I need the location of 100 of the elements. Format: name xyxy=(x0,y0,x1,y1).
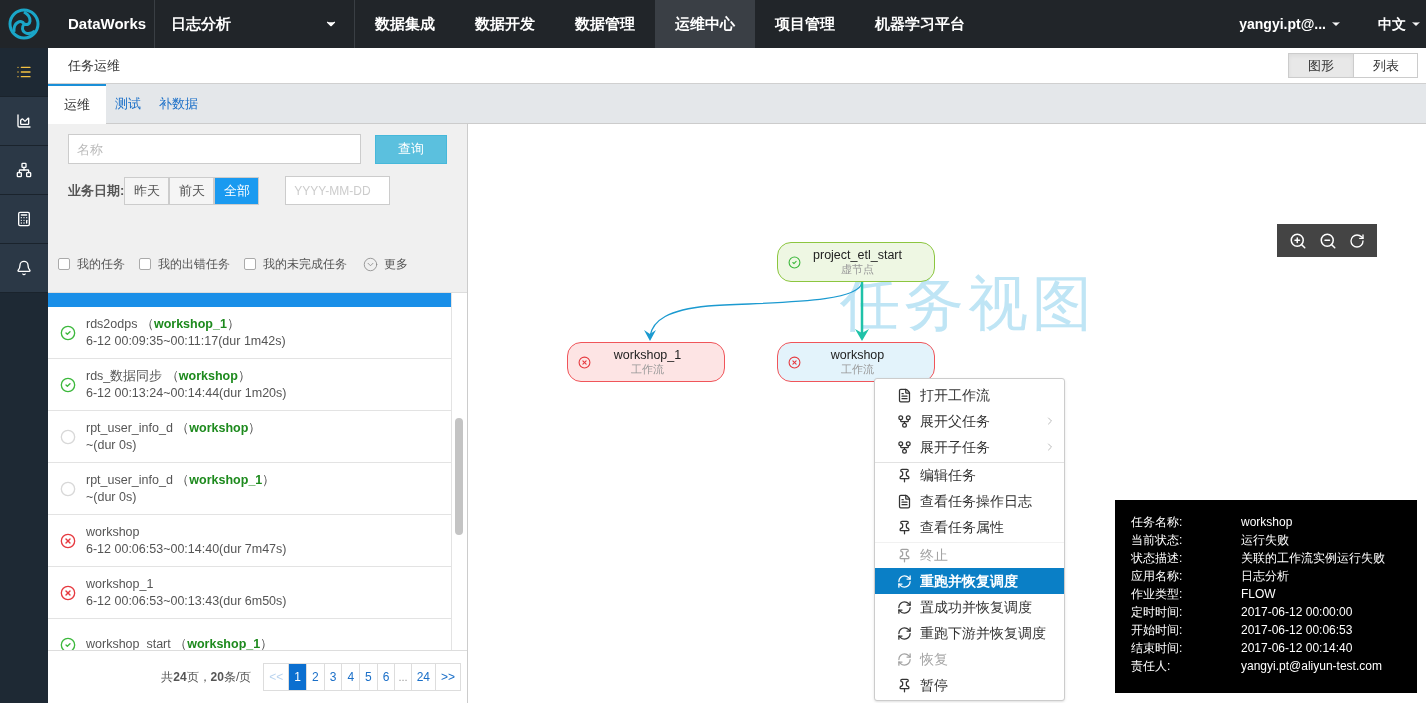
task-name: rpt_user_info_d （workshop_1） xyxy=(86,471,276,489)
refresh-icon xyxy=(897,599,912,615)
failed-icon xyxy=(788,355,801,369)
checkbox[interactable] xyxy=(58,258,70,270)
tab[interactable]: 运维 xyxy=(48,84,106,124)
success-icon xyxy=(60,324,76,341)
page-button[interactable]: 2 xyxy=(306,664,324,690)
menu-item[interactable]: 展开父任务 xyxy=(875,408,1064,434)
node-type: 工作流 xyxy=(631,362,664,376)
menu-item[interactable]: 打开工作流 xyxy=(875,382,1064,408)
chevron-down-icon xyxy=(363,256,378,272)
tab[interactable]: 测试 xyxy=(106,84,150,124)
task-time: ~(dur 0s) xyxy=(86,436,138,454)
task-row[interactable]: workshop 6-12 00:06:53~00:14:40(dur 7m47s) xyxy=(48,515,451,567)
menu-item[interactable]: 展开子任务 xyxy=(875,434,1064,460)
info-value: 关联的工作流实例运行失败 xyxy=(1241,550,1385,567)
zoom-out-icon[interactable] xyxy=(1319,231,1337,250)
nav-tab[interactable]: 运维中心 xyxy=(655,0,755,48)
filter-checkbox[interactable]: 我的出错任务 xyxy=(139,255,230,273)
menu-item[interactable]: 重跑并恢复调度 xyxy=(875,568,1064,594)
name-field[interactable]: 名称 xyxy=(68,134,361,164)
menu-item[interactable]: 暂停 xyxy=(875,672,1064,698)
more-button[interactable]: 更多 xyxy=(363,255,408,273)
branch-icon xyxy=(897,439,912,455)
task-name: workshop_1 xyxy=(86,575,155,593)
filter-checkbox[interactable]: 我的未完成任务 xyxy=(244,255,347,273)
task-row[interactable]: rpt_user_info_d （workshop_1） ~(dur 0s) xyxy=(48,463,451,515)
menu-item[interactable]: 置成功并恢复调度 xyxy=(875,594,1064,620)
node-name: project_etl_start xyxy=(813,248,902,262)
page-ellipsis: ... xyxy=(394,664,411,690)
branch-icon xyxy=(897,413,912,429)
success-icon xyxy=(788,255,801,269)
zoom-in-icon[interactable] xyxy=(1289,231,1307,250)
menu-item[interactable]: 查看任务操作日志 xyxy=(875,488,1064,514)
failed-icon xyxy=(578,355,591,369)
page-button[interactable]: 24 xyxy=(410,664,435,690)
nav-tab[interactable]: 数据开发 xyxy=(455,0,555,48)
info-label: 应用名称: xyxy=(1131,568,1184,585)
task-time: 6-12 00:06:53~00:13:43(dur 6m50s) xyxy=(86,592,287,610)
task-time: 6-12 00:13:24~00:14:44(dur 1m20s) xyxy=(86,384,287,402)
date-option[interactable]: 前天 xyxy=(169,176,215,205)
info-label: 状态描述: xyxy=(1131,550,1184,567)
menu-item[interactable]: 查看任务属性 xyxy=(875,514,1064,540)
refresh-icon xyxy=(897,573,912,589)
page-button[interactable]: 3 xyxy=(323,664,342,690)
info-value: 2017-06-12 00:14:40 xyxy=(1241,640,1353,657)
info-value: FLOW xyxy=(1241,586,1276,603)
page-title: 任务运维 xyxy=(68,56,120,75)
nav-tab[interactable]: 项目管理 xyxy=(755,0,855,48)
task-time: 6-12 00:09:35~00:11:17(dur 1m42s) xyxy=(86,332,286,350)
refresh-icon xyxy=(897,651,912,667)
project-dropdown[interactable]: 日志分析 xyxy=(155,0,355,48)
info-label: 作业类型: xyxy=(1131,586,1184,603)
language-menu[interactable]: 中文 xyxy=(1354,0,1426,48)
task-row[interactable]: rds_数据同步 （workshop） 6-12 00:13:24~00:14:44(dur 1m20s) xyxy=(48,359,451,411)
task-node[interactable]: workshop 工作流 xyxy=(777,342,935,382)
info-label: 结束时间: xyxy=(1131,640,1184,657)
nav-tab[interactable]: 数据集成 xyxy=(355,0,455,48)
task-time: ~(dur 0s) xyxy=(86,488,138,506)
task-row[interactable]: rds2odps （workshop_1） 6-12 00:09:35~00:11:17(dur 1m42s) xyxy=(48,307,451,359)
scrollbar-thumb[interactable] xyxy=(455,418,463,535)
nav-tab[interactable]: 数据管理 xyxy=(555,0,655,48)
task-time: 6-12 00:06:53~00:14:40(dur 7m47s) xyxy=(86,540,287,558)
success-icon xyxy=(60,376,76,393)
tab[interactable]: 补数据 xyxy=(150,84,207,124)
page-button[interactable]: 5 xyxy=(359,664,377,690)
task-name: rds2odps （workshop_1） xyxy=(86,315,241,333)
page-button[interactable]: 6 xyxy=(376,664,395,690)
node-name: workshop_1 xyxy=(613,348,682,362)
task-row[interactable]: workshop_1 6-12 00:06:53~00:13:43(dur 6m50s) xyxy=(48,567,451,619)
node-type: 工作流 xyxy=(841,362,874,376)
view-toggle[interactable]: 图形 xyxy=(1289,54,1353,77)
success-icon xyxy=(60,636,76,650)
refresh-icon xyxy=(897,625,912,641)
nav-tab[interactable]: 机器学习平台 xyxy=(855,0,985,48)
page-button[interactable]: >> xyxy=(435,664,460,690)
hierarchy-icon xyxy=(16,162,32,178)
task-node[interactable]: workshop_1 工作流 xyxy=(567,342,725,382)
checkbox[interactable] xyxy=(139,258,151,270)
user-menu[interactable]: yangyi.pt@... xyxy=(1227,0,1354,48)
page-button[interactable]: 1 xyxy=(288,664,306,690)
pin-icon xyxy=(897,468,912,483)
node-name: workshop xyxy=(830,348,885,362)
refresh-icon[interactable] xyxy=(1349,232,1365,249)
pin-icon xyxy=(897,548,912,563)
date-label: 业务日期: xyxy=(68,181,125,200)
brand-link[interactable]: DataWorks xyxy=(48,0,155,48)
filter-checkbox[interactable]: 我的任务 xyxy=(58,255,125,273)
task-name: workshop xyxy=(86,523,141,541)
checkbox[interactable] xyxy=(244,258,256,270)
menu-item[interactable]: 重跑下游并恢复调度 xyxy=(875,620,1064,646)
task-row[interactable]: rpt_user_info_d （workshop） ~(dur 0s) xyxy=(48,411,451,463)
date-option[interactable]: 昨天 xyxy=(124,176,170,205)
logo-icon xyxy=(7,7,41,41)
document-icon xyxy=(897,387,912,403)
info-label: 责任人: xyxy=(1131,658,1172,675)
page-button[interactable]: 4 xyxy=(341,664,360,690)
task-name: rpt_user_info_d （workshop） xyxy=(86,419,262,437)
pin-icon xyxy=(897,519,912,535)
menu-item[interactable]: 编辑任务 xyxy=(875,462,1064,488)
